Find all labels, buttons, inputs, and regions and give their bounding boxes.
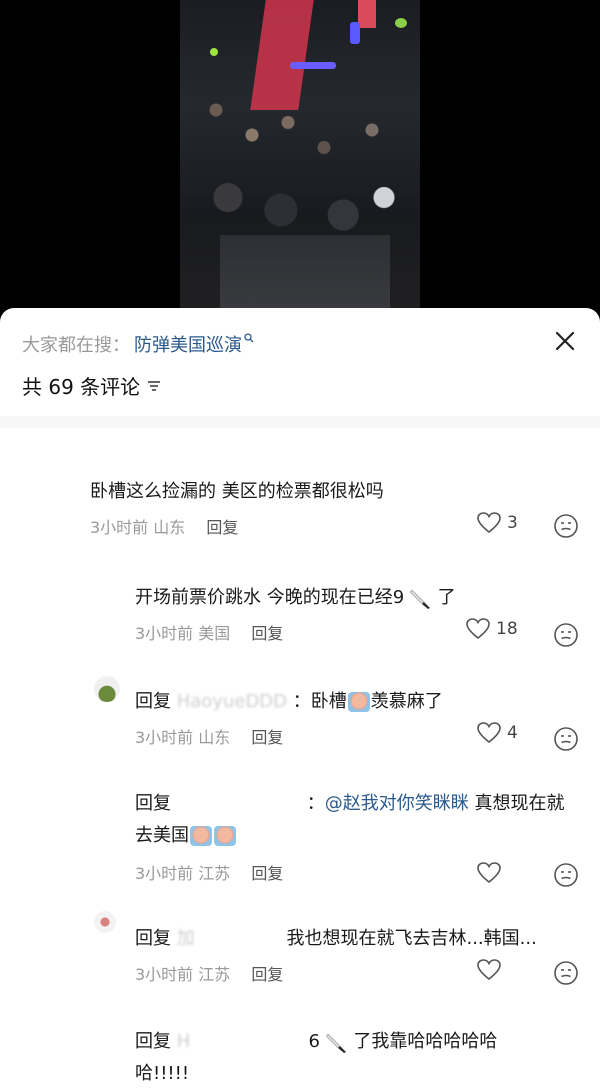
like-button[interactable] (477, 959, 501, 981)
crying-sticker-icon (347, 692, 370, 712)
comment-text-part: 了 (437, 587, 456, 608)
reply-prefix: 回复 (135, 928, 171, 949)
knife-emoji-icon (325, 1033, 346, 1053)
heart-icon (477, 959, 501, 981)
close-icon (555, 331, 575, 351)
emoji-reaction-icon[interactable] (553, 622, 579, 648)
comment-text-part: 真想现在就 (468, 793, 565, 814)
comment-time: 3小时前 (135, 624, 194, 643)
comment-text-line2: 去美国 (135, 820, 237, 852)
comment-location: 江苏 (198, 864, 231, 883)
comment-text: 回复 H 6 了我靠哈哈哈哈哈 (135, 1026, 497, 1058)
reply-prefix: 回复 (135, 691, 171, 712)
heart-icon (477, 512, 501, 534)
comment-count-header[interactable]: 共 69 条评论 (22, 371, 162, 400)
video-frame-light (290, 62, 336, 69)
like-count: 18 (496, 619, 518, 639)
video-frame-floor (220, 235, 390, 310)
emoji-reaction-icon[interactable] (553, 960, 579, 986)
close-button[interactable] (550, 326, 580, 356)
comment-text: 卧槽这么捡漏的 美区的检票都很松吗 (90, 481, 384, 502)
like-button[interactable]: 4 (477, 722, 518, 744)
comment-text: 开场前票价跳水 今晚的现在已经9 了 (135, 582, 456, 614)
video-player[interactable] (180, 0, 420, 310)
reply-prefix: 回复 (135, 1031, 171, 1052)
like-count: 4 (507, 723, 518, 743)
emoji-reaction-icon[interactable] (553, 726, 579, 752)
reply-prefix: 回复 (135, 793, 171, 814)
comment-meta: 3小时前 江苏 回复 (135, 961, 283, 985)
comment-text-part: 了我靠哈哈哈哈哈 (353, 1031, 498, 1052)
comment-location: 山东 (198, 728, 231, 747)
comment-text-line2: 哈!!!!! (135, 1063, 190, 1084)
heart-icon (466, 618, 490, 640)
like-count: 3 (507, 513, 518, 533)
reply-username[interactable]: HaoyueDDD (177, 691, 287, 712)
comment-count-label: 共 69 条评论 (22, 375, 141, 399)
comment-meta: 3小时前 美国 回复 (135, 620, 283, 644)
comment-time: 3小时前 (135, 965, 194, 984)
comment-time: 3小时前 (135, 864, 194, 883)
screen: 大家都在搜： 防弹美国巡演 共 69 条评论 卧槽这么捡漏的 美区的检票都很松吗 (0, 0, 600, 1092)
comment-text-part: ：卧槽 (292, 691, 347, 712)
video-frame-light (395, 18, 407, 28)
comment-text: 回复 ：@赵我对你笑眯眯 真想现在就 (135, 788, 564, 820)
reply-button[interactable]: 回复 (251, 624, 283, 643)
reply-button[interactable]: 回复 (251, 728, 283, 747)
comment-text-part: 6 (308, 1031, 320, 1052)
trending-search-prefix: 大家都在搜： (22, 335, 130, 356)
trending-search-bar[interactable]: 大家都在搜： 防弹美国巡演 (22, 330, 254, 358)
comment-text-part: 我也想现在就飞去吉林...韩国... (286, 928, 537, 949)
emoji-reaction-icon[interactable] (553, 513, 579, 539)
comment-text-part: 开场前票价跳水 今晚的现在已经9 (135, 587, 405, 608)
video-frame-light (210, 48, 218, 56)
like-button[interactable]: 3 (477, 512, 518, 534)
emoji-reaction-icon[interactable] (553, 862, 579, 888)
reply-username[interactable]: H (177, 1026, 303, 1058)
comment-text: 回复 加 我也想现在就飞去吉林...韩国... (135, 923, 537, 955)
comment-text-part: 去美国 (135, 825, 189, 846)
comment-text-part: ： (306, 793, 325, 814)
comment-time: 3小时前 (90, 518, 149, 537)
crying-sticker-icon (214, 826, 236, 846)
comment-meta: 3小时前 山东 回复 (135, 724, 283, 748)
crying-sticker-icon (190, 826, 212, 846)
reply-username[interactable]: 加 (177, 923, 281, 955)
comment-text-part: 羡慕麻了 (370, 691, 443, 712)
mention-link[interactable]: @赵我对你笑眯眯 (325, 793, 469, 814)
sort-filter-icon[interactable] (146, 378, 162, 394)
video-frame-flag (358, 0, 376, 28)
comment-meta: 3小时前 山东 回复 (90, 514, 238, 538)
section-divider (0, 416, 600, 428)
like-button[interactable] (477, 862, 501, 884)
search-icon (244, 332, 254, 346)
comment-location: 江苏 (198, 965, 231, 984)
reply-button[interactable]: 回复 (251, 864, 283, 883)
avatar[interactable] (94, 911, 116, 933)
comment-text: 回复 HaoyueDDD ：卧槽 羡慕麻了 (135, 686, 443, 718)
like-button[interactable]: 18 (466, 618, 518, 640)
heart-icon (477, 862, 501, 884)
reply-button[interactable]: 回复 (206, 518, 238, 537)
trending-search-term[interactable]: 防弹美国巡演 (134, 331, 242, 357)
comments-sheet: 大家都在搜： 防弹美国巡演 共 69 条评论 卧槽这么捡漏的 美区的检票都很松吗 (0, 308, 600, 1092)
comment-location: 山东 (153, 518, 186, 537)
comment-meta: 3小时前 江苏 回复 (135, 860, 283, 884)
reply-button[interactable]: 回复 (251, 965, 283, 984)
video-frame-light (350, 22, 360, 44)
knife-emoji-icon (409, 589, 430, 609)
comment-time: 3小时前 (135, 728, 194, 747)
avatar[interactable] (94, 676, 120, 702)
comment-location: 美国 (198, 624, 231, 643)
heart-icon (477, 722, 501, 744)
